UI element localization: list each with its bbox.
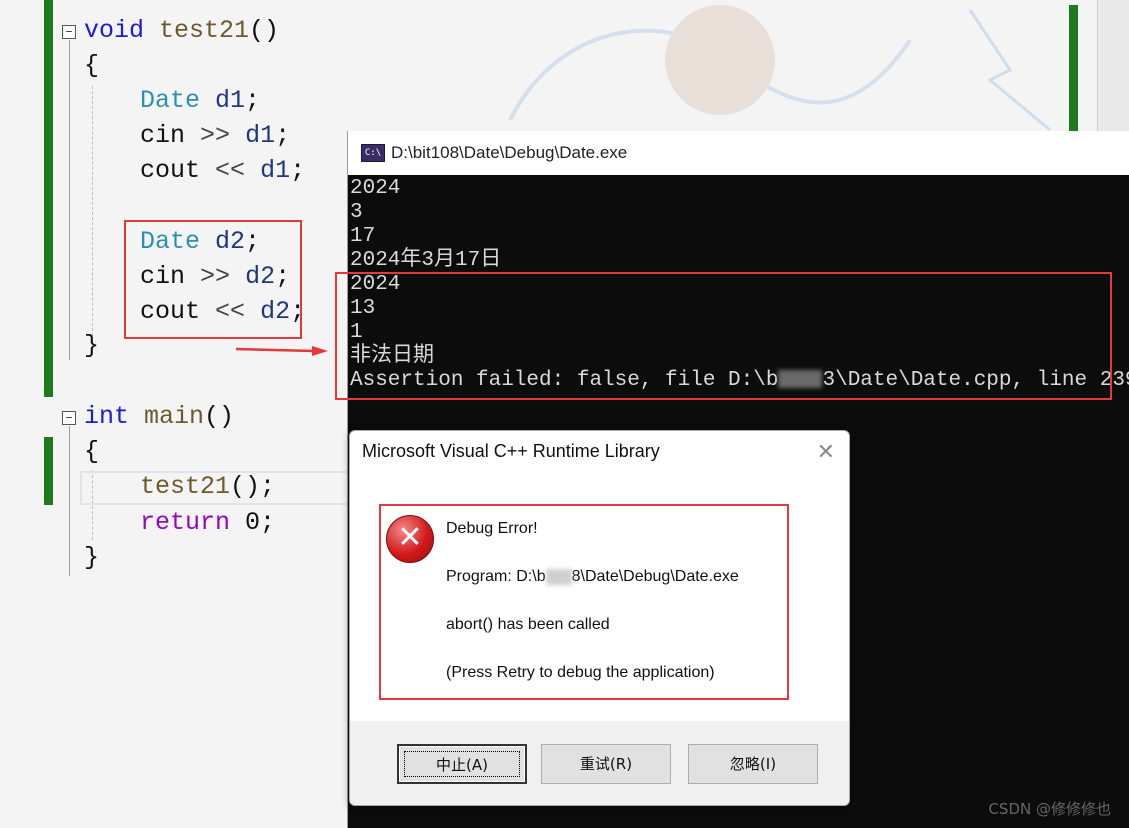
dialog-title: Microsoft Visual C++ Runtime Library bbox=[362, 441, 660, 461]
function-name: test21 bbox=[159, 16, 250, 45]
retry-button[interactable]: 重试(R) bbox=[541, 744, 671, 784]
indent-guide bbox=[92, 86, 93, 336]
collapse-icon[interactable]: − bbox=[62, 25, 76, 39]
keyword: return bbox=[140, 508, 231, 537]
console-line: 17 bbox=[350, 225, 376, 248]
variable: d1 bbox=[215, 86, 246, 115]
console-line: 2024 bbox=[350, 177, 401, 200]
collapse-icon[interactable]: − bbox=[62, 411, 76, 425]
function-name: test21 bbox=[140, 472, 231, 501]
code-line: { bbox=[84, 437, 100, 466]
variable: d1 bbox=[245, 121, 276, 150]
console-app-icon: C:\ bbox=[361, 144, 385, 162]
keyword: int bbox=[84, 402, 130, 431]
fold-line bbox=[69, 40, 70, 360]
code-text: () bbox=[249, 16, 280, 45]
watermark: CSDN @修修修也 bbox=[988, 800, 1111, 818]
code-line: cout << d1; bbox=[140, 156, 305, 185]
code-text: cin bbox=[140, 121, 186, 150]
code-line: return 0; bbox=[140, 508, 275, 537]
close-icon[interactable]: ✕ bbox=[817, 440, 835, 465]
variable: d1 bbox=[260, 156, 291, 185]
code-line: cin >> d1; bbox=[140, 121, 290, 150]
console-title: D:\bit108\Date\Debug\Date.exe bbox=[391, 143, 628, 162]
code-text: 0; bbox=[245, 508, 276, 537]
abort-button[interactable]: 中止(A) bbox=[397, 744, 527, 784]
code-text: cout bbox=[140, 156, 201, 185]
highlight-box-code bbox=[124, 220, 302, 339]
change-bar bbox=[44, 437, 53, 505]
console-titlebar[interactable]: C:\ D:\bit108\Date\Debug\Date.exe bbox=[348, 131, 1129, 175]
scrollbar-track[interactable] bbox=[1097, 0, 1129, 131]
arrow-annotation bbox=[236, 346, 328, 356]
code-text: ; bbox=[290, 156, 306, 185]
highlight-box-dialog bbox=[379, 504, 789, 700]
code-line: { bbox=[84, 51, 100, 80]
console-line: 2024年3月17日 bbox=[350, 249, 502, 272]
code-text: (); bbox=[230, 472, 276, 501]
operator: >> bbox=[200, 121, 231, 150]
function-name: main bbox=[144, 402, 205, 431]
code-line: test21(); bbox=[140, 472, 275, 501]
type-name: Date bbox=[140, 86, 201, 115]
operator: << bbox=[215, 156, 246, 185]
fold-line bbox=[69, 426, 70, 576]
code-text: ; bbox=[245, 86, 261, 115]
code-line: Date d1; bbox=[140, 86, 260, 115]
code-text: ; bbox=[275, 121, 291, 150]
change-bar bbox=[44, 0, 53, 397]
ignore-button[interactable]: 忽略(I) bbox=[688, 744, 818, 784]
background-artwork bbox=[508, 5, 1051, 132]
console-line: 3 bbox=[350, 201, 363, 224]
code-line: } bbox=[84, 543, 100, 572]
code-line: } bbox=[84, 331, 100, 360]
code-line: int main() bbox=[84, 402, 234, 431]
keyword: void bbox=[84, 16, 145, 45]
change-bar bbox=[1069, 5, 1078, 133]
code-text: () bbox=[204, 402, 235, 431]
code-line: void test21() bbox=[84, 16, 279, 45]
highlight-box-console bbox=[335, 272, 1112, 400]
